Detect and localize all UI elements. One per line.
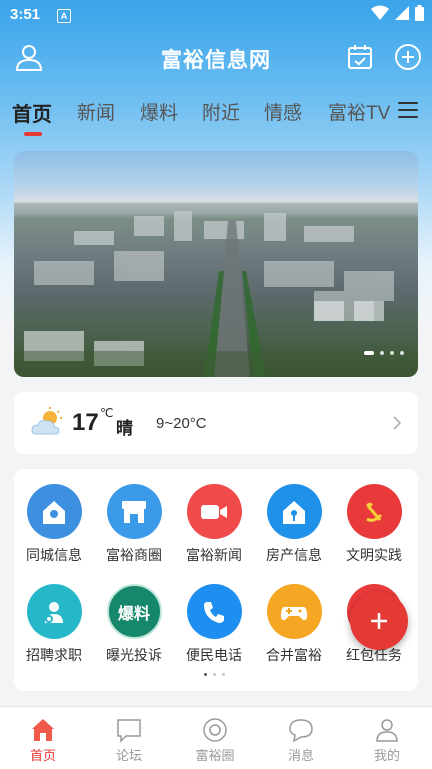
- menu-icon[interactable]: [398, 102, 418, 122]
- phone-icon: [186, 584, 242, 639]
- notification-badge: A: [57, 9, 71, 23]
- banner-carousel[interactable]: [14, 151, 418, 377]
- nav-circle[interactable]: 富裕圈: [175, 717, 255, 764]
- services-grid: 同城信息 富裕商圈 富裕新闻 房产信息 文明实践 招聘求职 爆料 曝光投诉 便民…: [14, 469, 418, 691]
- service-label: 曝光投诉: [106, 647, 162, 663]
- expose-badge-text: 爆料: [117, 605, 150, 623]
- bottom-navigation: 首页 论坛 富裕圈 消息 我的: [0, 706, 432, 769]
- nav-profile[interactable]: 我的: [347, 717, 427, 764]
- grid-dot-active: [204, 673, 207, 676]
- channel-tabs: 首页 新闻 爆料 附近 情感 富裕TV: [0, 92, 432, 136]
- nav-forum[interactable]: 论坛: [89, 717, 169, 764]
- weather-unit: ℃: [100, 406, 114, 420]
- nav-label: 我的: [373, 748, 400, 763]
- party-emblem-icon: [346, 484, 402, 539]
- service-label: 便民电话: [186, 647, 242, 663]
- service-real-estate[interactable]: 房产信息: [254, 484, 334, 565]
- grid-pagination: [204, 673, 225, 676]
- service-label: 房产信息: [266, 547, 322, 563]
- calendar-checkin-icon[interactable]: [345, 42, 375, 72]
- nav-home[interactable]: 首页: [3, 717, 83, 764]
- tab-nearby[interactable]: 附近: [202, 98, 240, 125]
- chevron-right-icon: [393, 416, 402, 430]
- plus-icon: [371, 613, 387, 629]
- banner-dot: [380, 351, 384, 355]
- tab-news[interactable]: 新闻: [77, 98, 115, 125]
- battery-icon: [415, 5, 424, 21]
- service-local-info[interactable]: 同城信息: [14, 484, 94, 565]
- banner-dot: [390, 351, 394, 355]
- gamepad-icon: [266, 584, 322, 639]
- service-label: 招聘求职: [26, 647, 82, 663]
- service-news[interactable]: 富裕新闻: [174, 484, 254, 565]
- service-label: 合并富裕: [266, 647, 322, 663]
- weather-condition: 晴: [116, 419, 133, 438]
- service-civilization[interactable]: 文明实践: [334, 484, 414, 565]
- weather-range: 9~20°C: [156, 415, 207, 432]
- nav-label: 首页: [29, 748, 56, 763]
- job-search-icon: [26, 584, 82, 639]
- video-camera-icon: [186, 484, 242, 539]
- tab-fuyu-tv[interactable]: 富裕TV: [328, 98, 390, 125]
- nav-label: 消息: [287, 748, 314, 763]
- banner-dot-active: [364, 351, 374, 355]
- profile-icon: [376, 719, 398, 742]
- service-expose[interactable]: 爆料 曝光投诉: [94, 584, 174, 665]
- forum-icon: [117, 719, 141, 743]
- weather-temperature: 17: [72, 409, 99, 436]
- expose-badge-icon: 爆料: [106, 584, 162, 639]
- weather-card[interactable]: 17 ℃ 晴 9~20°C: [14, 392, 418, 454]
- service-label: 同城信息: [26, 547, 82, 563]
- top-bar: 富裕信息网: [0, 36, 432, 80]
- circle-icon: [203, 718, 227, 742]
- status-time: 3:51: [10, 6, 41, 23]
- service-merge[interactable]: 合并富裕: [254, 584, 334, 665]
- service-business[interactable]: 富裕商圈: [94, 484, 174, 565]
- home-pin-icon: [26, 484, 82, 539]
- tab-home[interactable]: 首页: [12, 98, 52, 127]
- home-icon: [32, 719, 54, 741]
- banner-pagination: [364, 351, 404, 355]
- status-bar: 3:51 A: [0, 0, 432, 30]
- service-hotline[interactable]: 便民电话: [174, 584, 254, 665]
- add-icon[interactable]: [393, 42, 423, 72]
- service-label: 富裕新闻: [186, 547, 242, 563]
- nav-label: 富裕圈: [195, 748, 235, 763]
- nav-messages[interactable]: 消息: [261, 717, 341, 764]
- message-icon: [289, 719, 313, 743]
- nav-label: 论坛: [115, 748, 142, 763]
- sunny-cloud-icon: [31, 407, 62, 435]
- signal-icon: [395, 6, 409, 20]
- wifi-icon: [371, 5, 389, 20]
- status-icons: [371, 5, 424, 21]
- tab-emotion[interactable]: 情感: [264, 98, 302, 125]
- service-label: 富裕商圈: [106, 547, 162, 563]
- floating-add-button[interactable]: [350, 592, 408, 650]
- grid-dot: [213, 673, 216, 676]
- service-label: 文明实践: [346, 547, 402, 563]
- banner-dot: [400, 351, 404, 355]
- tab-tips[interactable]: 爆料: [140, 98, 178, 125]
- grid-dot: [222, 673, 225, 676]
- active-tab-indicator: [24, 132, 42, 136]
- service-jobs[interactable]: 招聘求职: [14, 584, 94, 665]
- house-key-icon: [266, 484, 322, 539]
- shop-icon: [106, 484, 162, 539]
- banner-image: [14, 203, 418, 377]
